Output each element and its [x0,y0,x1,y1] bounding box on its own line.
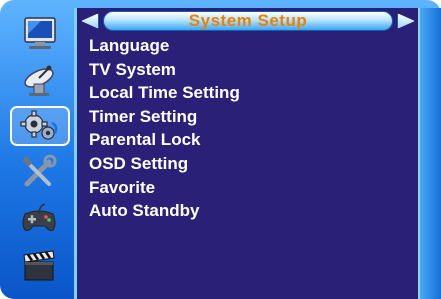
sidebar-item-installation[interactable] [6,58,72,102]
page-title: System Setup [188,11,308,30]
menu-item-parental-lock[interactable]: Parental Lock [89,128,240,152]
menu-item-favorite[interactable]: Favorite [89,176,240,200]
sidebar-item-tools[interactable] [6,150,72,194]
satellite-dish-icon [24,65,54,96]
menu-item-timer-setting[interactable]: Timer Setting [89,105,240,129]
tools-icon [22,154,57,187]
title-bar: System Setup [81,10,415,32]
system-setup-panel: System Setup Language TV System Local Ti… [74,8,418,299]
sidebar-item-media[interactable] [6,244,72,288]
prev-page-arrow-icon[interactable] [81,13,99,29]
menu-item-tv-system[interactable]: TV System [89,58,240,82]
next-page-arrow-icon[interactable] [397,13,415,29]
clapperboard-icon [23,250,55,281]
right-edge-rail [418,8,441,299]
sidebar-item-display[interactable] [6,12,72,56]
sidebar-item-games[interactable] [6,196,72,240]
setup-menu: Language TV System Local Time Setting Ti… [89,34,240,223]
sidebar-item-system-setup[interactable] [6,104,72,148]
menu-item-language[interactable]: Language [89,34,240,58]
gamepad-icon [22,203,56,231]
gears-icon [20,110,58,140]
category-sidebar [6,6,72,293]
menu-item-osd-setting[interactable]: OSD Setting [89,152,240,176]
menu-item-local-time-setting[interactable]: Local Time Setting [89,81,240,105]
monitor-icon [24,17,56,49]
menu-item-auto-standby[interactable]: Auto Standby [89,199,240,223]
